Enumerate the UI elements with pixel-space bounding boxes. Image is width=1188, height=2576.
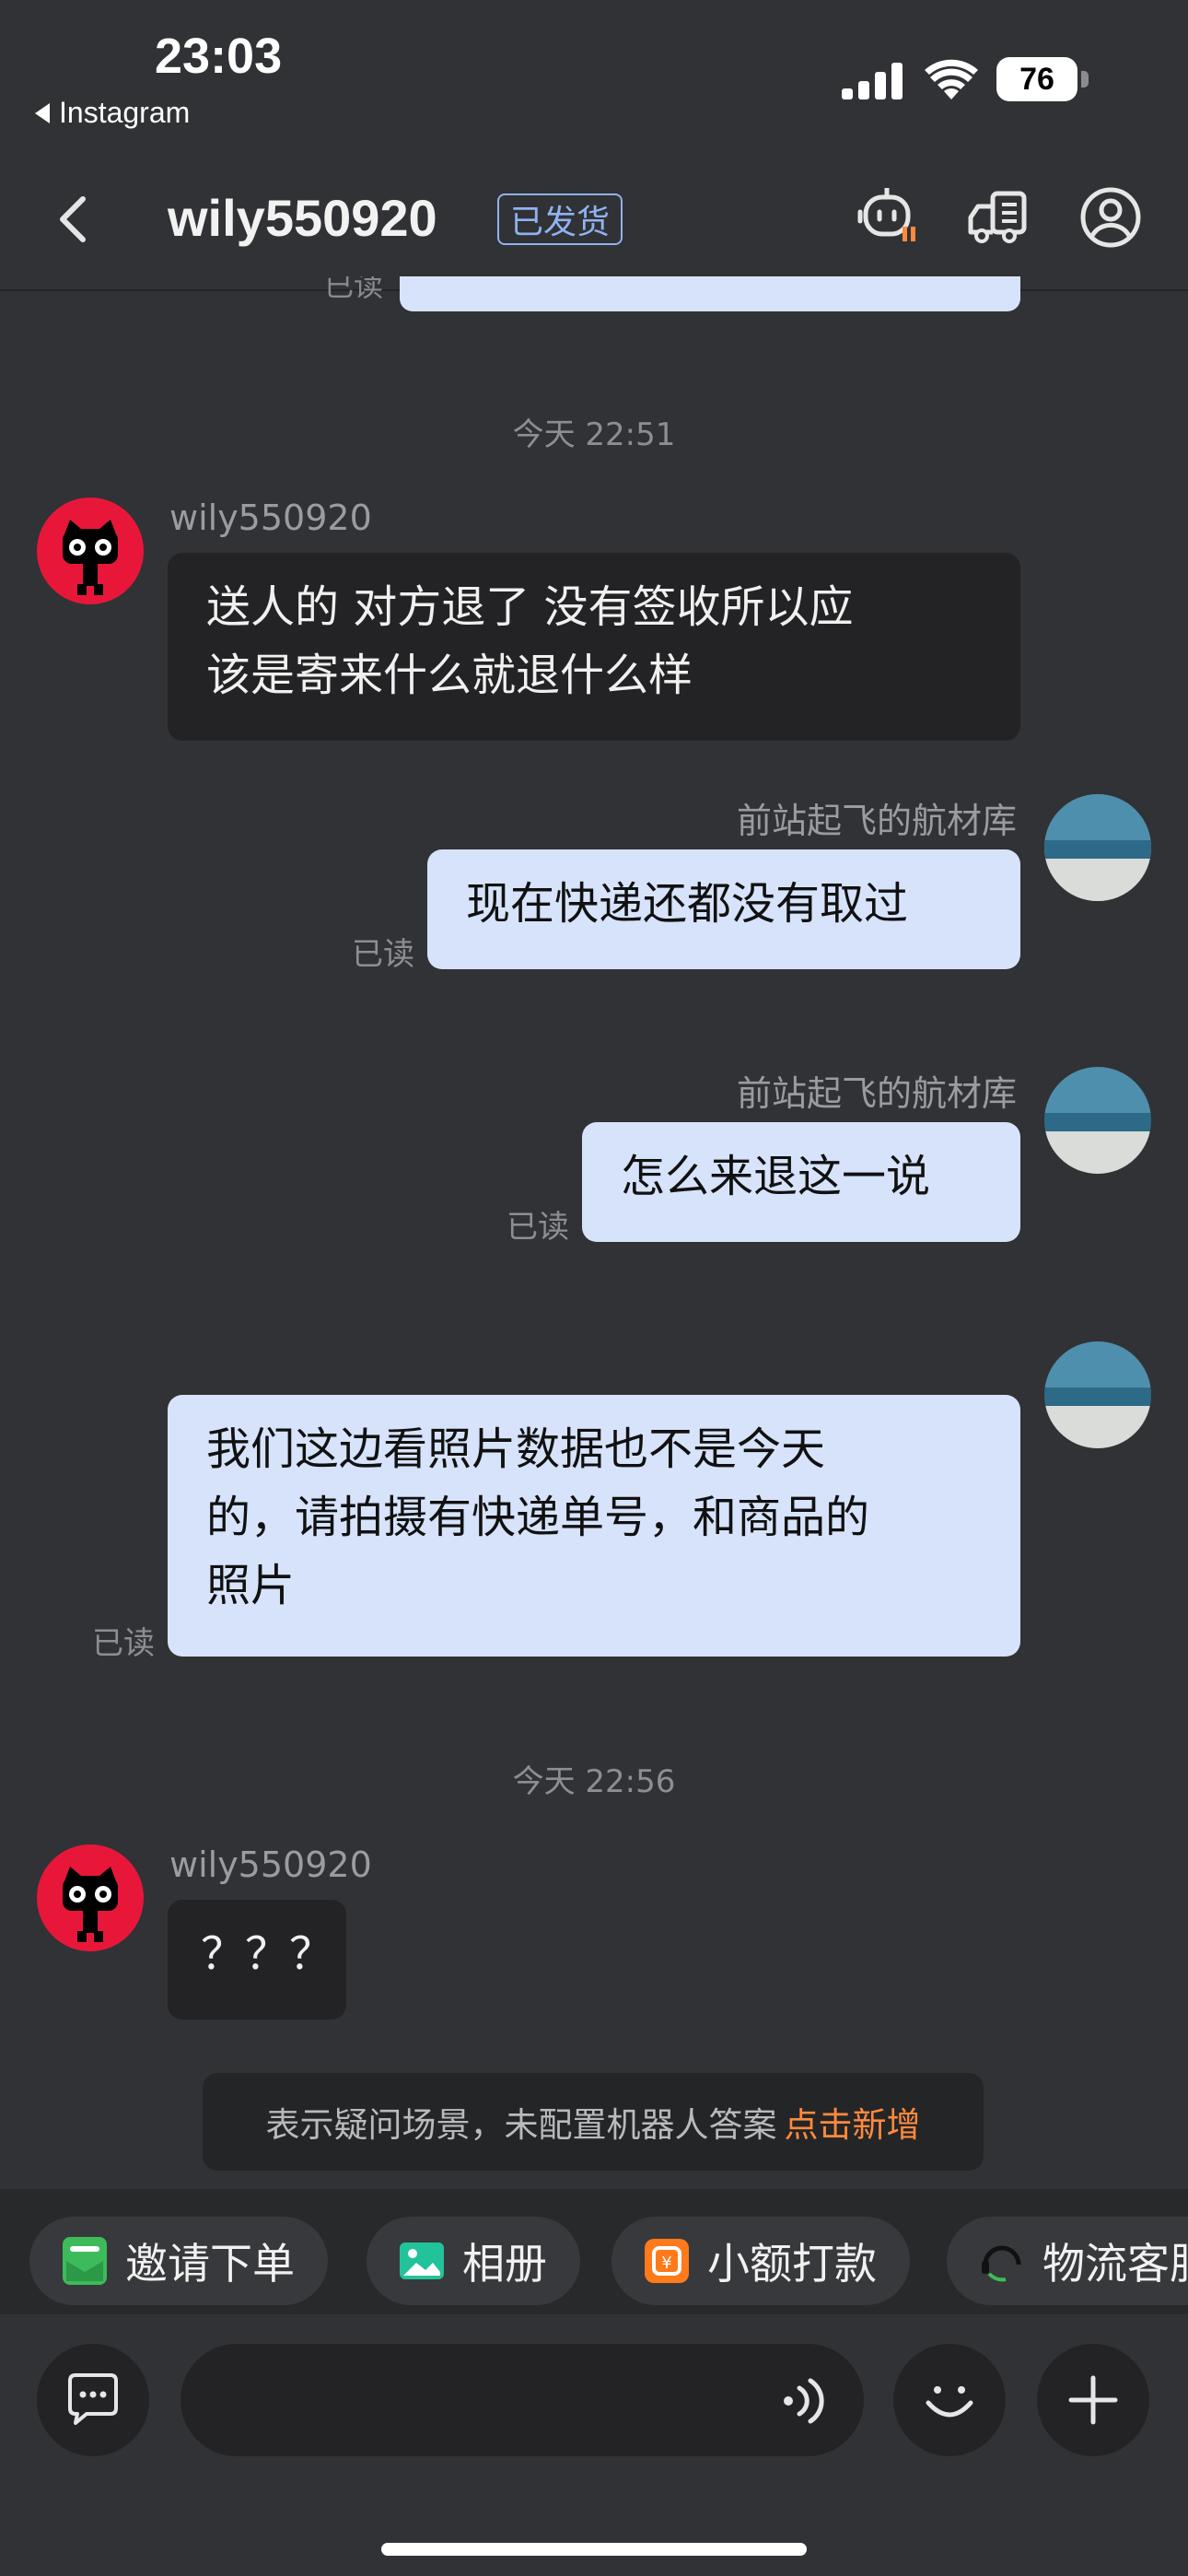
message-text: 我们这边看照片数据也不是今天 <box>206 1423 826 1475</box>
message-text: 送人的 对方退了 没有签收所以应 <box>206 581 854 633</box>
plus-icon <box>1068 2375 1118 2425</box>
payment-icon: ¥ <box>645 2239 689 2283</box>
emoji-button[interactable] <box>893 2344 1006 2456</box>
svg-text:¥: ¥ <box>661 2254 671 2273</box>
delivery-truck-icon[interactable] <box>967 184 1033 251</box>
message-timestamp: 今天 22:56 <box>512 1763 676 1800</box>
back-app-label: Instagram <box>59 96 191 129</box>
chip-label: 小额打款 <box>707 2239 877 2289</box>
chat-bubble-icon <box>68 2373 118 2425</box>
read-receipt: 已读 <box>92 1625 155 1662</box>
back-triangle-icon <box>35 102 50 123</box>
message-bubble-outgoing[interactable]: 怎么来退这一说 <box>582 1122 1020 1242</box>
cat-mascot-icon <box>63 1867 118 1942</box>
cat-mascot-icon <box>63 520 118 595</box>
message-text: 该是寄来什么就退什么样 <box>206 650 693 701</box>
message-text: 照片 <box>206 1560 296 1611</box>
invite-order-button[interactable]: 邀请下单 <box>29 2217 328 2305</box>
battery-icon: 76 <box>996 57 1089 101</box>
read-receipt: 已读 <box>507 1209 569 1246</box>
back-to-app-link[interactable]: Instagram <box>35 96 190 130</box>
plus-button[interactable] <box>1037 2344 1149 2456</box>
invite-order-icon <box>63 2237 107 2285</box>
avatar[interactable] <box>1044 1067 1151 1174</box>
add-answer-link[interactable]: 点击新增 <box>785 2097 921 2147</box>
message-timestamp: 今天 22:51 <box>512 416 676 453</box>
battery-level: 76 <box>996 57 1077 101</box>
wifi-icon <box>925 59 978 100</box>
read-receipt: 已读 <box>324 276 384 303</box>
album-button[interactable]: 相册 <box>367 2217 580 2305</box>
profile-icon[interactable] <box>1077 184 1144 251</box>
avatar[interactable] <box>1044 1341 1151 1448</box>
notice-text: 表示疑问场景，未配置机器人答案 <box>265 2105 777 2145</box>
message-bubble-outgoing[interactable] <box>400 276 1020 311</box>
quick-action-bar: 邀请下单 相册 ¥ 小额打款 物流客服 <box>0 2189 1188 2314</box>
avatar[interactable] <box>1044 794 1151 901</box>
message-text: ？？？ <box>201 1928 334 1980</box>
robot-answer-notice: 表示疑问场景，未配置机器人答案 点击新增 <box>203 2073 984 2171</box>
chip-label: 邀请下单 <box>125 2239 295 2289</box>
message-text: 现在快递还都没有取过 <box>466 878 909 930</box>
album-icon <box>400 2242 444 2279</box>
voice-icon[interactable] <box>779 2377 831 2425</box>
message-bubble-incoming[interactable]: 送人的 对方退了 没有签收所以应 该是寄来什么就退什么样 <box>168 553 1020 741</box>
robot-icon[interactable] <box>856 184 923 251</box>
logistics-service-button[interactable]: 物流客服 <box>947 2217 1188 2305</box>
emoji-icon <box>926 2386 973 2418</box>
chip-label: 物流客服 <box>1042 2239 1188 2289</box>
sender-name: wily550920 <box>169 1844 372 1885</box>
chat-menu-button[interactable] <box>37 2344 149 2456</box>
chat-title: wily550920 <box>168 189 437 247</box>
read-receipt: 已读 <box>352 936 414 973</box>
avatar[interactable] <box>37 1844 144 1951</box>
sender-name: 前站起飞的航材库 <box>736 1073 1017 1114</box>
message-bubble-incoming[interactable]: ？？？ <box>168 1900 346 2020</box>
order-status-badge: 已发货 <box>497 193 623 245</box>
ocean-photo-icon <box>1044 1067 1151 1174</box>
ocean-photo-icon <box>1044 794 1151 901</box>
small-payment-button[interactable]: ¥ 小额打款 <box>611 2217 910 2305</box>
message-input[interactable] <box>181 2344 864 2456</box>
avatar[interactable] <box>37 498 144 604</box>
sender-name: 前站起飞的航材库 <box>736 801 1017 841</box>
message-bubble-outgoing[interactable]: 现在快递还都没有取过 <box>427 849 1020 969</box>
sender-name: wily550920 <box>169 498 372 538</box>
status-time: 23:03 <box>155 29 283 84</box>
home-indicator <box>381 2543 807 2556</box>
logistics-service-icon <box>982 2245 1021 2282</box>
back-chevron-icon[interactable] <box>53 190 90 249</box>
ocean-photo-icon <box>1044 1341 1151 1448</box>
chip-label: 相册 <box>462 2239 547 2289</box>
message-text: 的，请拍摄有快递单号，和商品的 <box>206 1492 870 1543</box>
message-bubble-outgoing[interactable]: 我们这边看照片数据也不是今天 的，请拍摄有快递单号，和商品的 照片 <box>168 1395 1020 1657</box>
message-text: 怎么来退这一说 <box>621 1151 931 1202</box>
cellular-signal-icon <box>842 63 903 100</box>
